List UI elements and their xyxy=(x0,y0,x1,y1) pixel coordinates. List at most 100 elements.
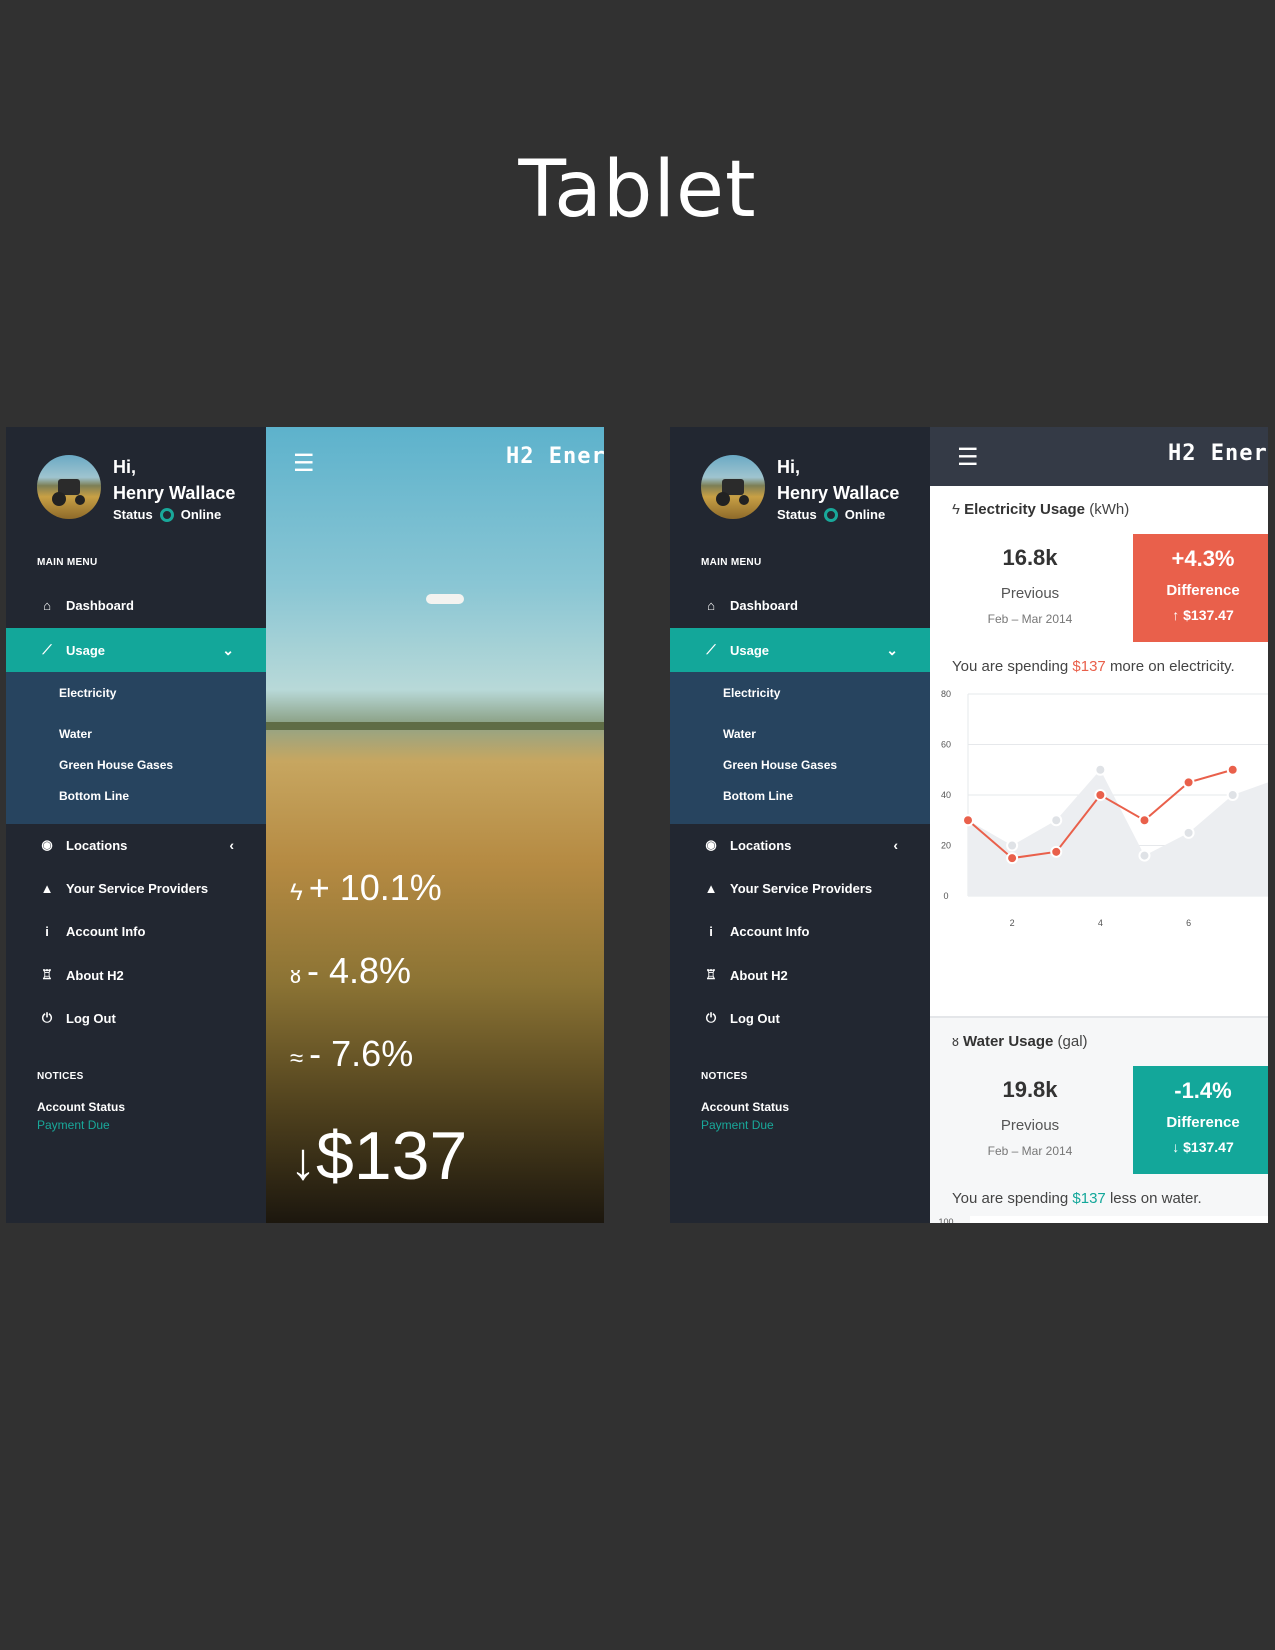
sidebar-item-providers[interactable]: ▲ Your Service Providers xyxy=(6,868,266,908)
notices-label: NOTICES xyxy=(701,1071,748,1082)
avatar[interactable] xyxy=(37,455,101,519)
usage-submenu: Electricity Water Green House Gases Bott… xyxy=(670,672,930,824)
sidebar-item-logout[interactable]: ⏻ Log Out xyxy=(6,998,266,1038)
water-previous-label: Previous xyxy=(1000,1117,1060,1134)
home-icon: ⌂ xyxy=(43,597,51,613)
hamburger-menu-icon[interactable]: ☰ xyxy=(957,443,979,472)
binoculars-icon: ♖ xyxy=(705,967,717,982)
line-point xyxy=(1182,776,1195,789)
notice-title: Account Status xyxy=(37,1100,126,1114)
sidebar: Hi, Henry Wallace Status Online MAIN MEN… xyxy=(6,427,266,1223)
submenu-item-ghg[interactable]: Green House Gases xyxy=(59,758,173,772)
user-name: Henry Wallace xyxy=(777,483,900,503)
treeline-image xyxy=(266,722,604,730)
water-previous-value: 19.8k xyxy=(1002,1077,1058,1102)
home-icon: ⌂ xyxy=(707,597,715,613)
sidebar-item-label: Log Out xyxy=(730,1010,780,1026)
electricity-difference-amount-value: $137.47 xyxy=(1183,607,1234,623)
status-row: Status Online xyxy=(113,507,221,522)
sidebar-item-label: About H2 xyxy=(66,967,124,983)
sidebar: Hi, Henry Wallace Status Online MAIN MEN… xyxy=(670,427,930,1223)
water-spend-text: You are spending $137 less on water. xyxy=(952,1190,1202,1207)
status-value: Online xyxy=(844,507,886,522)
chevron-down-icon: ⌄ xyxy=(886,641,898,658)
bolt-icon: ϟ xyxy=(952,501,960,518)
submenu-item-water[interactable]: Water xyxy=(59,727,92,741)
water-difference-amount-value: $137.47 xyxy=(1183,1139,1234,1155)
sidebar-item-label: Account Info xyxy=(66,923,146,939)
chevron-left-icon: ‹ xyxy=(229,837,234,853)
online-indicator-icon xyxy=(823,507,838,522)
bolt-icon: ϟ xyxy=(290,879,303,906)
electricity-title: Electricity Usage xyxy=(964,501,1086,518)
area-point xyxy=(1226,789,1239,801)
sidebar-item-logout[interactable]: ⏻ Log Out xyxy=(670,998,930,1038)
stat-electricity: ϟ + 10.1% xyxy=(290,867,442,909)
sidebar-item-label: Locations xyxy=(730,837,792,853)
electricity-spend-text: You are spending $137 more on electricit… xyxy=(952,658,1235,675)
stat-gases: ≈ - 7.6% xyxy=(290,1033,413,1075)
notices-label: NOTICES xyxy=(37,1071,84,1082)
line-point xyxy=(1006,852,1019,865)
sidebar-item-label: Locations xyxy=(66,837,128,853)
status-label: Status xyxy=(777,507,817,522)
line-point xyxy=(962,814,974,827)
tablet-mockup-dashboard: Hi, Henry Wallace Status Online MAIN MEN… xyxy=(670,427,1268,1223)
sidebar-item-dashboard[interactable]: ⌂ Dashboard xyxy=(670,585,930,625)
water-drops-icon: ᴕ xyxy=(290,962,301,989)
electricity-unit: (kWh) xyxy=(1089,501,1130,518)
sidebar-item-about[interactable]: ♖ About H2 xyxy=(6,955,266,995)
line-chart-icon: ⟋ xyxy=(706,642,716,657)
sidebar-item-usage[interactable]: ⟋ Usage ⌄ xyxy=(6,628,266,672)
sidebar-item-label: Account Info xyxy=(730,923,810,939)
status-value: Online xyxy=(180,507,222,522)
sidebar-item-account[interactable]: i Account Info xyxy=(6,911,266,951)
submenu-item-electricity[interactable]: Electricity xyxy=(723,686,780,700)
binoculars-icon: ♖ xyxy=(41,967,53,982)
sidebar-item-label: Dashboard xyxy=(730,597,798,613)
stat-gases-value: - 7.6% xyxy=(309,1033,414,1074)
water-previous: 19.8k Previous Feb – Mar 2014 xyxy=(930,1077,1130,1158)
sidebar-item-providers[interactable]: ▲ Your Service Providers xyxy=(670,868,930,908)
y-tick-label: 80 xyxy=(941,689,951,699)
water-drops-icon: ᴕ xyxy=(952,1033,959,1050)
submenu-item-electricity[interactable]: Electricity xyxy=(59,686,116,700)
greeting: Hi, Henry Wallace xyxy=(113,454,235,506)
avatar[interactable] xyxy=(701,455,765,519)
info-icon: i xyxy=(709,923,713,939)
savings-total: ↓$137 xyxy=(290,1117,467,1195)
sidebar-item-about[interactable]: ♖ About H2 xyxy=(670,955,930,995)
electricity-previous: 16.8k Previous Feb – Mar 2014 xyxy=(930,545,1130,626)
water-difference-box: -1.4% Difference ↓ $137.47 xyxy=(1133,1066,1268,1174)
dashboard-content: ϟ Electricity Usage (kWh) 16.8k Previous… xyxy=(930,486,1268,1223)
sidebar-item-label: Your Service Providers xyxy=(66,880,209,896)
water-usage-chart: 100 xyxy=(938,1216,1268,1223)
main-menu-label: MAIN MENU xyxy=(37,557,98,568)
submenu-item-bottom-line[interactable]: Bottom Line xyxy=(59,789,129,803)
power-icon: ⏻ xyxy=(705,1010,717,1025)
notice-link[interactable]: Payment Due xyxy=(701,1118,774,1132)
area-point xyxy=(1094,763,1107,776)
submenu-item-bottom-line[interactable]: Bottom Line xyxy=(723,789,793,803)
submenu-item-ghg[interactable]: Green House Gases xyxy=(723,758,837,772)
electricity-period: Feb – Mar 2014 xyxy=(987,612,1073,626)
page-title: Tablet xyxy=(518,145,757,235)
map-pin-icon: ◉ xyxy=(705,837,717,852)
sidebar-item-account[interactable]: i Account Info xyxy=(670,911,930,951)
submenu-item-water[interactable]: Water xyxy=(723,727,756,741)
electricity-difference-box: +4.3% Difference ↑ $137.47 xyxy=(1133,534,1268,642)
greeting-hi: Hi, xyxy=(113,457,137,477)
spend-amount: $137 xyxy=(1072,1190,1106,1207)
electricity-usage-chart: 0 20 40 60 80 2 4 6 xyxy=(941,689,1268,928)
road-icon: ▲ xyxy=(40,880,54,896)
sidebar-item-usage[interactable]: ⟋ Usage ⌄ xyxy=(670,628,930,672)
hamburger-menu-icon[interactable]: ☰ xyxy=(293,449,315,478)
line-point xyxy=(1226,763,1239,776)
area-point xyxy=(1050,814,1063,827)
notice-link[interactable]: Payment Due xyxy=(37,1118,110,1132)
brand-title: H2 Energ xyxy=(1168,441,1268,466)
sidebar-item-locations[interactable]: ◉ Locations ‹ xyxy=(6,825,266,865)
sidebar-item-dashboard[interactable]: ⌂ Dashboard xyxy=(6,585,266,625)
sidebar-item-label: About H2 xyxy=(730,967,788,983)
sidebar-item-locations[interactable]: ◉ Locations ‹ xyxy=(670,825,930,865)
